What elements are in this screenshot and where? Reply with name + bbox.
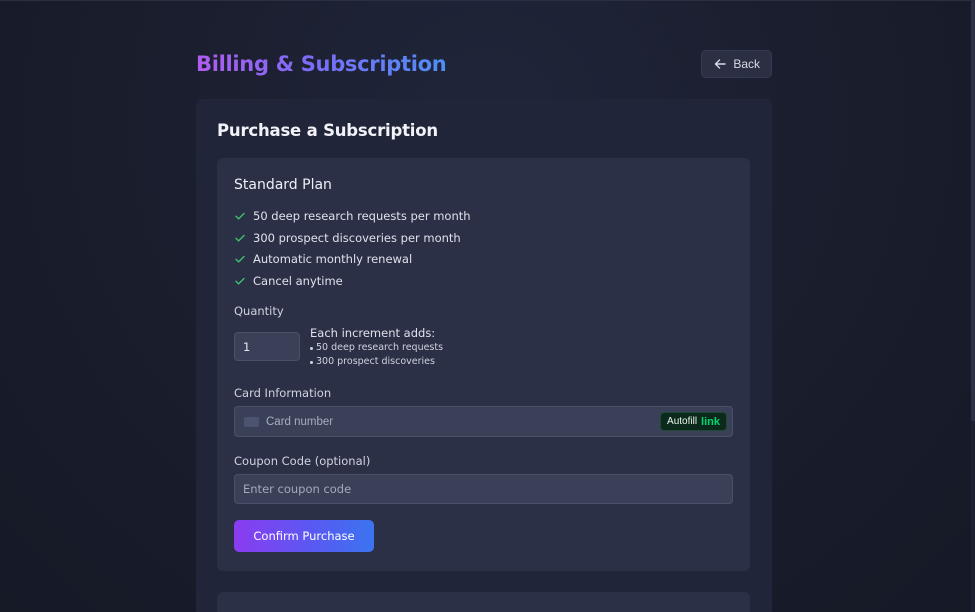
feature-item: Cancel anytime (234, 270, 471, 292)
page-title: Billing & Subscription (196, 52, 447, 76)
autofill-link-button[interactable]: Autofill link (660, 412, 727, 431)
feature-label: 50 deep research requests per month (253, 208, 471, 223)
feature-item: 50 deep research requests per month (234, 205, 471, 227)
feature-label: 300 prospect discoveries per month (253, 230, 461, 245)
purchase-card: Purchase a Subscription Standard Plan 50… (196, 99, 772, 612)
coupon-input[interactable] (234, 474, 733, 504)
feature-label: Automatic monthly renewal (253, 252, 413, 267)
quantity-input[interactable] (234, 332, 300, 361)
credit-card-icon (244, 416, 259, 427)
page-header: Billing & Subscription Back (196, 49, 772, 79)
card-number-field[interactable]: Card number Autofill link (234, 406, 733, 437)
increment-info: Each increment adds: 50 deep research re… (310, 326, 443, 369)
plan-card: Standard Plan 50 deep research requests … (217, 158, 750, 571)
coupon-label: Coupon Code (optional) (234, 454, 371, 468)
section-title: Purchase a Subscription (217, 121, 438, 140)
feature-label: Cancel anytime (253, 273, 343, 288)
next-panel (217, 592, 750, 612)
feature-list: 50 deep research requests per month 300 … (234, 205, 471, 292)
scrollbar-thumb[interactable] (971, 1, 975, 421)
back-button-label: Back (733, 57, 760, 71)
feature-item: Automatic monthly renewal (234, 248, 471, 270)
confirm-purchase-button[interactable]: Confirm Purchase (234, 520, 374, 552)
plan-name: Standard Plan (234, 177, 332, 193)
check-icon (235, 277, 245, 285)
arrow-left-icon (715, 59, 727, 69)
card-number-placeholder: Card number (266, 415, 334, 428)
increment-title: Each increment adds: (310, 326, 436, 340)
quantity-label: Quantity (234, 304, 284, 318)
autofill-label: Autofill (667, 416, 698, 427)
scrollbar-track[interactable] (971, 1, 975, 612)
back-button[interactable]: Back (701, 50, 772, 78)
link-logo: link (701, 415, 720, 428)
increment-item: 300 prospect discoveries (310, 356, 443, 370)
check-icon (235, 234, 245, 242)
card-info-label: Card Information (234, 386, 332, 400)
increment-list: 50 deep research requests 300 prospect d… (310, 342, 443, 369)
increment-item: 50 deep research requests (310, 342, 443, 356)
check-icon (235, 212, 245, 220)
feature-item: 300 prospect discoveries per month (234, 227, 471, 249)
check-icon (235, 256, 245, 263)
billing-page: Billing & Subscription Back Purchase a S… (0, 0, 975, 612)
